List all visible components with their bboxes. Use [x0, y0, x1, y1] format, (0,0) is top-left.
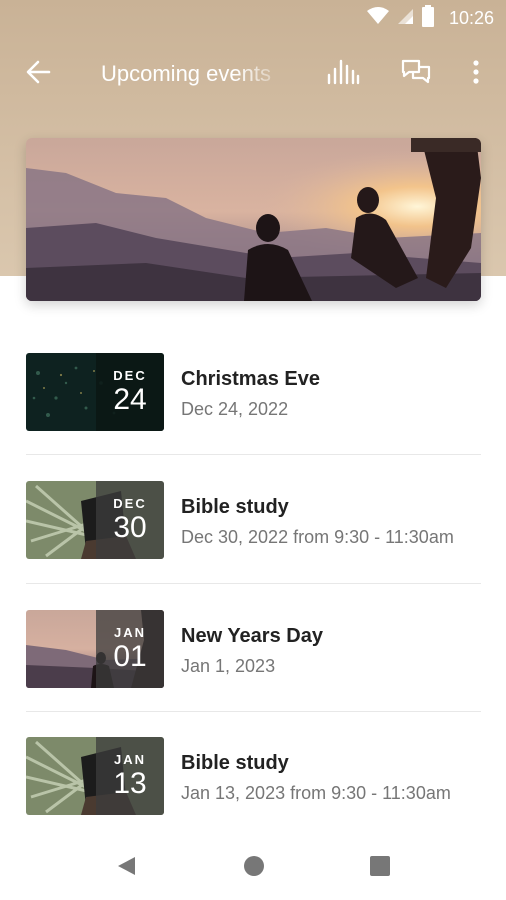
more-vert-icon	[472, 59, 480, 90]
status-time: 10:26	[448, 7, 494, 28]
event-date: Jan 1, 2023	[181, 656, 276, 676]
circle-home-icon	[243, 855, 265, 882]
triangle-back-icon	[115, 855, 137, 882]
divider	[26, 711, 481, 712]
signal-icon	[397, 7, 413, 30]
list-item[interactable]: JAN 13 Bible study Jan 13, 2023 from 9:3…	[0, 724, 506, 852]
date-day: 13	[113, 767, 147, 800]
divider	[26, 454, 481, 455]
date-month: JAN	[113, 752, 146, 767]
date-day: 01	[113, 640, 147, 673]
date-month: DEC	[113, 496, 147, 511]
wifi-icon	[366, 6, 389, 30]
date-day: 24	[113, 383, 147, 416]
event-title: New Years Day	[181, 625, 323, 647]
battery-icon	[421, 4, 435, 32]
nav-home-button[interactable]	[240, 854, 268, 882]
chat-button[interactable]	[398, 56, 434, 92]
event-thumbnail: DEC 24	[26, 353, 164, 431]
page-title: Upcoming events	[101, 61, 271, 86]
event-thumbnail: DEC 30	[26, 481, 164, 559]
event-date: Dec 30, 2022 from 9:30 - 11:30am	[181, 527, 454, 547]
date-month: JAN	[113, 625, 146, 640]
date-month: DEC	[113, 368, 147, 383]
list-item[interactable]: DEC 30 Bible study Dec 30, 2022 from 9:3…	[0, 468, 506, 596]
nav-back-button[interactable]	[112, 854, 140, 882]
event-title: Bible study	[181, 496, 289, 518]
toolbar: Upcoming events	[0, 46, 506, 102]
event-thumbnail: JAN 13	[26, 737, 164, 815]
date-badge: DEC 24	[96, 353, 164, 431]
divider	[26, 583, 481, 584]
event-date: Dec 24, 2022	[181, 399, 289, 419]
event-thumbnail: JAN 01	[26, 610, 164, 688]
list-item[interactable]: DEC 24 Christmas Eve Dec 24, 2022	[0, 340, 506, 468]
arrow-back-icon	[25, 59, 51, 90]
nav-recents-button[interactable]	[366, 854, 394, 882]
activity-icon	[326, 59, 360, 90]
list-item[interactable]: JAN 01 New Years Day Jan 1, 2023	[0, 597, 506, 725]
status-bar: 10:26	[0, 0, 506, 36]
event-title: Christmas Eve	[181, 368, 320, 390]
date-badge: DEC 30	[96, 481, 164, 559]
event-date: Jan 13, 2023 from 9:30 - 11:30am	[181, 783, 451, 803]
date-badge: JAN 01	[96, 610, 164, 688]
hero-image	[26, 138, 481, 301]
event-title: Bible study	[181, 752, 289, 774]
back-button[interactable]	[20, 56, 56, 92]
date-badge: JAN 13	[96, 737, 164, 815]
activity-button[interactable]	[325, 56, 361, 92]
chat-icon	[401, 59, 431, 90]
more-options-button[interactable]	[458, 56, 494, 92]
system-nav-bar	[0, 836, 506, 900]
date-day: 30	[113, 511, 147, 544]
square-recents-icon	[369, 855, 391, 882]
